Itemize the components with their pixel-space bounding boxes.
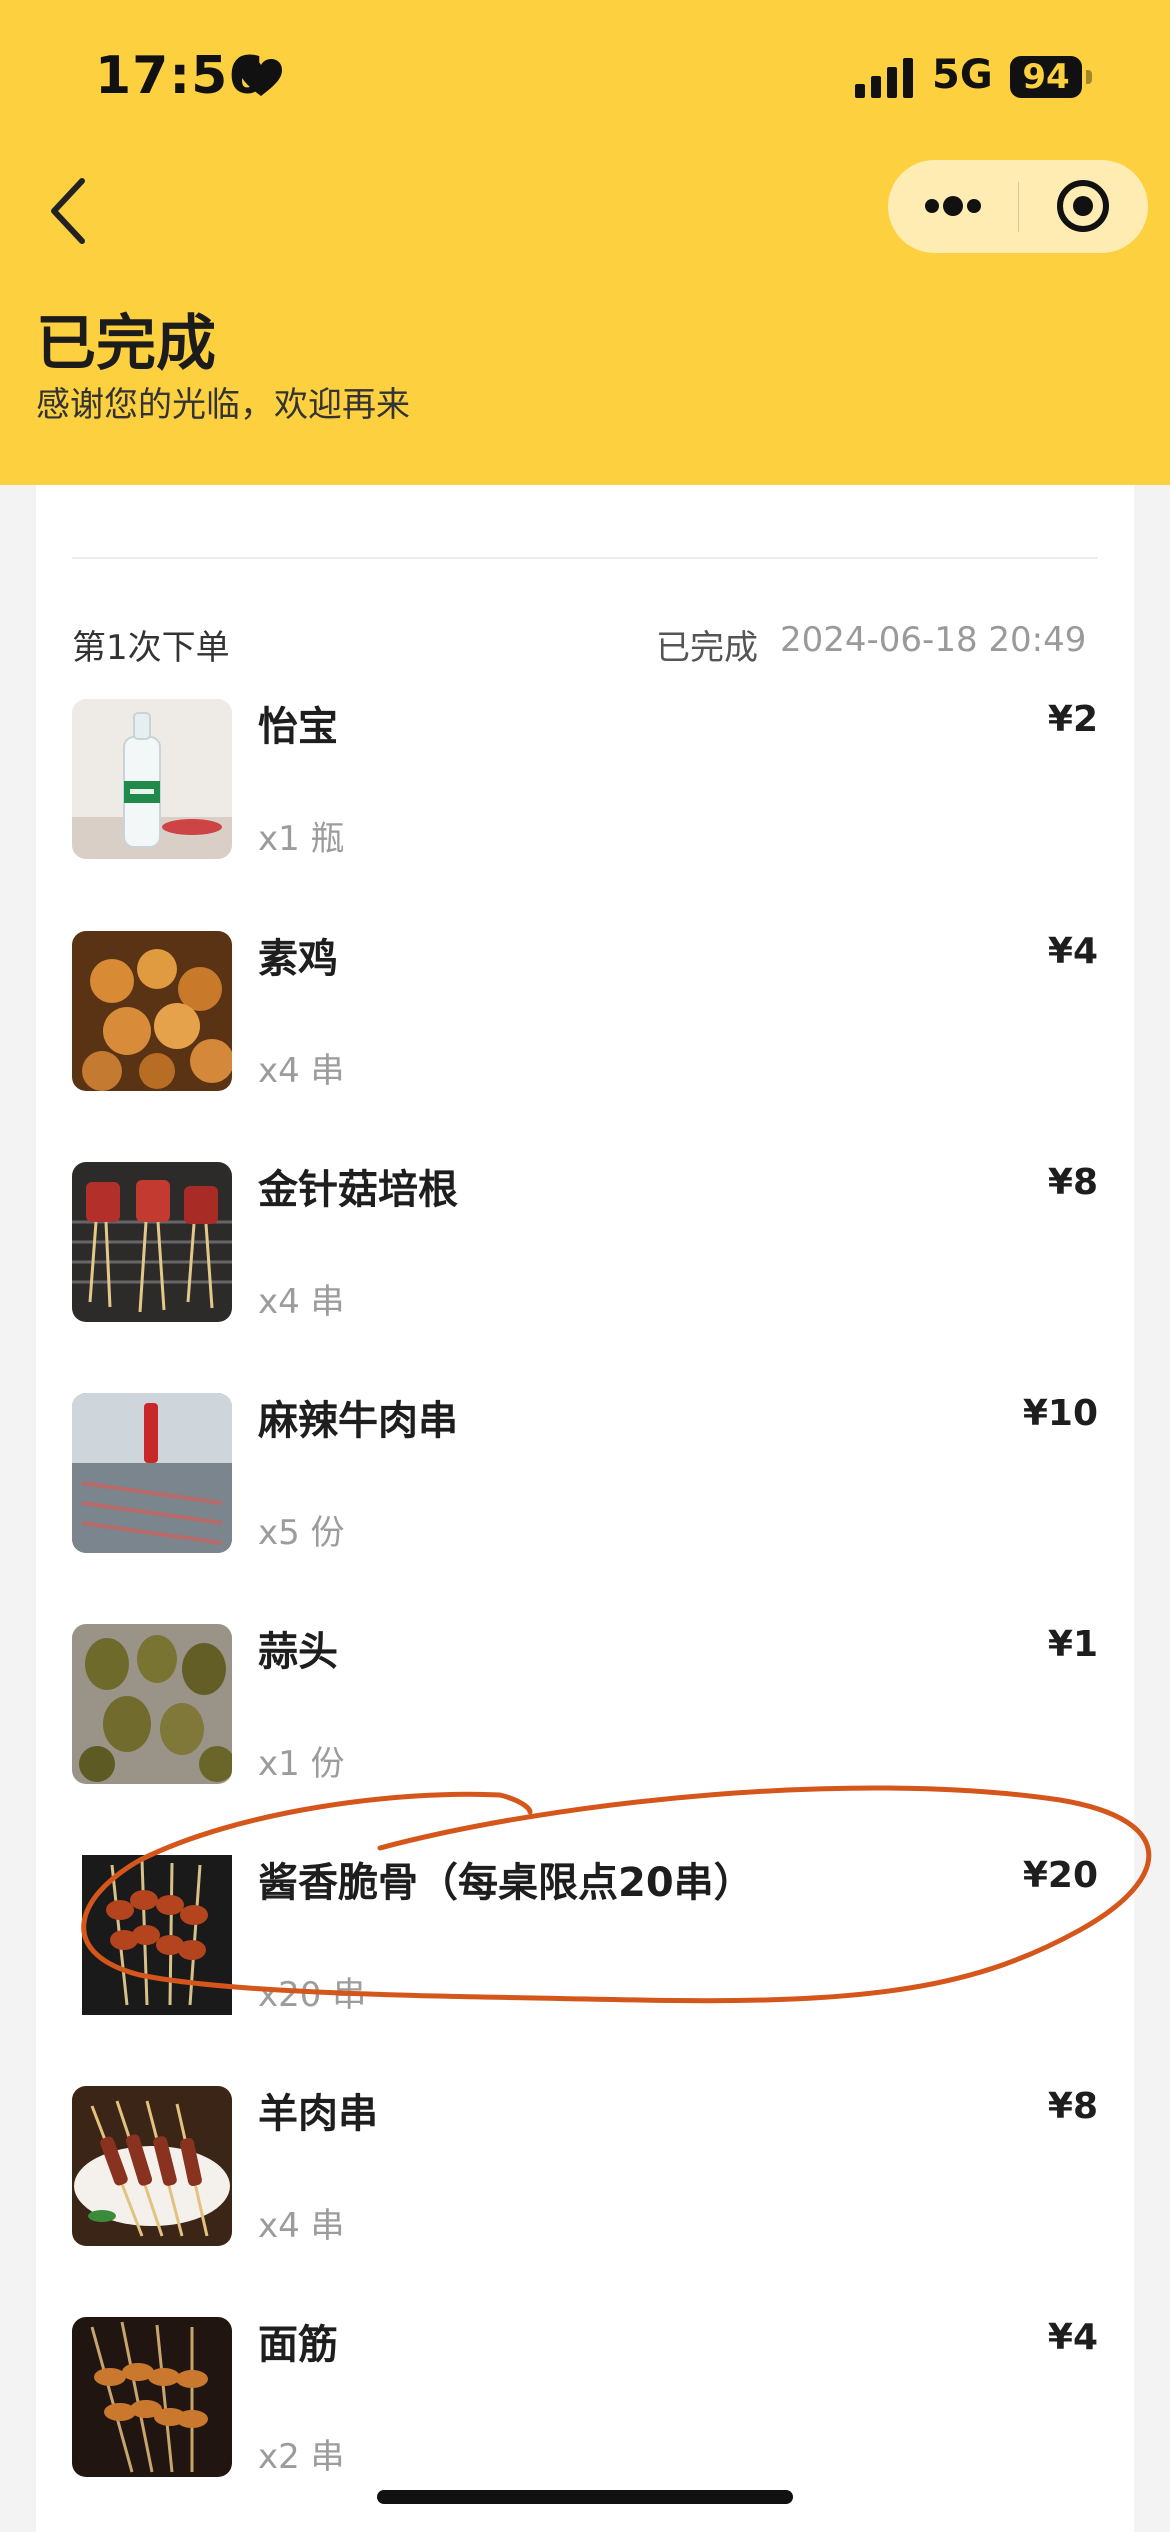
item-thumbnail: [82, 1855, 232, 2015]
item-name: 怡宝: [258, 704, 338, 750]
item-price: ¥2: [1047, 699, 1098, 740]
network-type: 5G: [932, 52, 993, 98]
page-subtitle: 感谢您的光临，欢迎再来: [36, 385, 410, 425]
item-price: ¥20: [1022, 1855, 1098, 1896]
order-item[interactable]: 金针菇培根 x4 串 ¥8: [72, 1162, 1098, 1322]
item-thumbnail: [72, 2317, 232, 2477]
item-price: ¥10: [1022, 1393, 1098, 1434]
item-quantity: x5 份: [258, 1513, 345, 1553]
order-item[interactable]: 麻辣牛肉串 x5 份 ¥10: [72, 1393, 1098, 1553]
close-button[interactable]: [1019, 160, 1148, 253]
item-name: 金针菇培根: [258, 1167, 458, 1213]
battery-level: 94: [1010, 56, 1082, 98]
item-quantity: x1 份: [258, 1744, 345, 1784]
order-item[interactable]: 素鸡 x4 串 ¥4: [72, 931, 1098, 1091]
mini-program-capsule: [888, 160, 1148, 253]
item-quantity: x4 串: [258, 2206, 345, 2246]
home-indicator: [377, 2490, 793, 2504]
item-quantity: x2 串: [258, 2437, 345, 2477]
order-item[interactable]: 怡宝 x1 瓶 ¥2: [72, 699, 1098, 859]
back-button[interactable]: [40, 165, 110, 255]
order-time: 2024-06-18 20:49: [780, 620, 1087, 660]
item-thumbnail: [72, 1162, 232, 1322]
order-item[interactable]: 蒜头 x1 份 ¥1: [72, 1624, 1098, 1784]
more-dots-icon: [925, 196, 981, 216]
order-round-label: 第1次下单: [72, 628, 230, 668]
item-price: ¥4: [1047, 931, 1098, 972]
item-thumbnail: [72, 1624, 232, 1784]
item-thumbnail: [72, 2086, 232, 2246]
divider: [72, 557, 1098, 559]
target-close-icon: [1057, 180, 1109, 232]
item-name: 麻辣牛肉串: [258, 1398, 458, 1444]
item-thumbnail: [72, 1393, 232, 1553]
item-quantity: x4 串: [258, 1282, 345, 1322]
item-thumbnail: [72, 931, 232, 1091]
heart-icon: [240, 59, 282, 96]
item-quantity: x1 瓶: [258, 819, 345, 859]
chevron-left-icon: [51, 178, 85, 244]
item-price: ¥8: [1047, 2086, 1098, 2127]
header: 17:56 5G 94 已完成 感谢您的光临，欢迎再来: [0, 0, 1170, 485]
order-item[interactable]: 酱香脆骨（每桌限点20串） x20 串 ¥20: [72, 1855, 1098, 2015]
item-name: 羊肉串: [258, 2091, 378, 2137]
item-name: 素鸡: [258, 936, 338, 982]
order-item[interactable]: 面筋 x2 串 ¥4: [72, 2317, 1098, 2477]
page-title: 已完成: [36, 309, 216, 379]
item-quantity: x4 串: [258, 1051, 345, 1091]
more-button[interactable]: [888, 160, 1018, 253]
status-bar: 17:56 5G 94: [0, 0, 1170, 160]
item-thumbnail: [72, 699, 232, 859]
item-quantity: x20 串: [258, 1975, 367, 2015]
item-name: 酱香脆骨（每桌限点20串）: [258, 1860, 754, 1906]
item-name: 面筋: [258, 2322, 338, 2368]
item-price: ¥8: [1047, 1162, 1098, 1203]
order-status: 已完成: [656, 628, 758, 668]
signal-icon: [855, 58, 913, 98]
order-card: 第1次下单 已完成 2024-06-18 20:49 怡宝 x1 瓶 ¥2 素鸡…: [36, 485, 1134, 2532]
battery-tip: [1086, 70, 1092, 84]
item-price: ¥1: [1047, 1624, 1098, 1665]
order-item[interactable]: 羊肉串 x4 串 ¥8: [72, 2086, 1098, 2246]
item-price: ¥4: [1047, 2317, 1098, 2358]
item-name: 蒜头: [258, 1629, 338, 1675]
